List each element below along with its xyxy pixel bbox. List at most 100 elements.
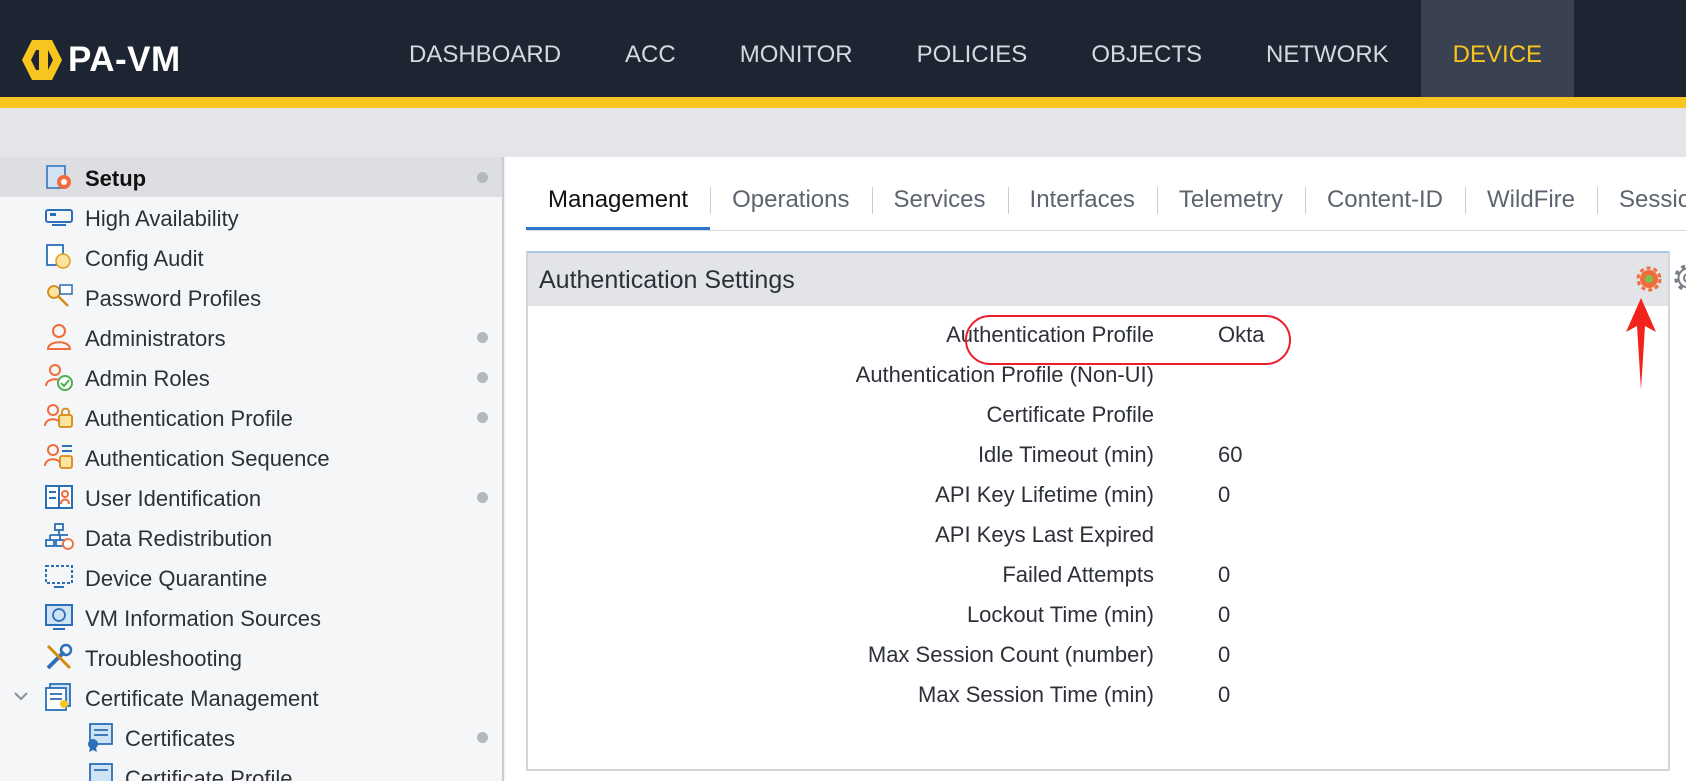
sidebar-item-data-redistribution[interactable]: Data Redistribution [0,517,502,557]
sidebar-item-label: Device Quarantine [85,566,268,591]
nav-policies[interactable]: POLICIES [917,0,1028,97]
sidebar-item-vm-information-sources[interactable]: VM Information Sources [0,597,502,637]
certificates-icon [85,722,115,752]
sidebar-item-authentication-sequence[interactable]: Authentication Sequence [0,437,502,477]
tab-wildfire[interactable]: WildFire [1465,169,1597,230]
device-sidebar: Setup High Availability Config Audit Passwo… [0,157,504,781]
sidebar-item-label: Setup [85,166,147,191]
tab-services[interactable]: Services [871,169,1008,230]
certificate-profile-icon [85,762,115,781]
setting-row: API Key Lifetime (min) 0 [528,474,1668,514]
main-nav: DASHBOARD ACC MONITOR POLICIES OBJECTS NETWOR… [409,0,1575,97]
nav-network[interactable]: NETWORK [1266,0,1389,97]
setting-value: 0 [1218,642,1231,667]
setting-row: Max Session Count (number) 0 [528,634,1668,674]
vm-information-sources-icon [44,602,74,632]
app-logo[interactable]: PA-VM [22,38,181,82]
setting-label: API Keys Last Expired [935,522,1154,547]
sidebar-item-config-audit[interactable]: Config Audit [0,237,502,277]
settings-gear-icon[interactable] [1674,264,1686,292]
config-audit-icon [44,242,74,272]
sidebar-item-label: Config Audit [85,246,204,271]
sidebar-item-label: Administrators [85,326,226,351]
sidebar-item-label: Certificate Profile [125,766,293,781]
sidebar-item-label: VM Information Sources [85,606,321,631]
tab-operations[interactable]: Operations [710,169,871,230]
setting-label: API Key Lifetime (min) [935,482,1154,507]
pending-changes-dot [477,172,488,183]
pending-changes-dot [477,332,488,343]
pending-changes-dot [477,492,488,503]
main-content: Management Operations Services Interfaces Te… [506,157,1686,781]
setting-value: 0 [1218,682,1231,707]
high-availability-icon [44,202,74,232]
password-profiles-icon [44,282,74,312]
setting-row: API Keys Last Expired [528,514,1668,554]
top-navigation-bar: PA-VM DASHBOARD ACC MONITOR POLICIES OBJECTS… [0,0,1686,97]
sidebar-item-admin-roles[interactable]: Admin Roles [0,357,502,397]
sidebar-item-password-profiles[interactable]: Password Profiles [0,277,502,317]
pa-logo-icon [22,40,62,80]
certificate-management-icon [44,682,74,712]
pending-changes-dot [477,732,488,743]
sidebar-item-certificate-management[interactable]: Certificate Management [0,677,502,717]
accent-stripe [0,97,1686,108]
sidebar-item-user-identification[interactable]: User Identification [0,477,502,517]
setting-label: Authentication Profile [946,322,1154,347]
setting-row: Authentication Profile (Non-UI) [528,354,1668,394]
sidebar-item-label: Authentication Profile [85,406,293,431]
status-gear-icon[interactable] [1636,266,1662,292]
setting-label: Max Session Count (number) [867,642,1154,667]
admin-roles-icon [44,362,74,392]
nav-dashboard[interactable]: DASHBOARD [409,0,561,97]
panel-header: Authentication Settings [528,253,1686,306]
data-redistribution-icon [44,522,74,552]
sidebar-item-high-availability[interactable]: High Availability [0,197,502,237]
setting-value: 0 [1218,482,1231,507]
tab-management[interactable]: Management [526,169,711,230]
setting-row: Lockout Time (min) 0 [528,594,1668,634]
setting-value: 0 [1218,562,1231,587]
authentication-sequence-icon [44,442,74,472]
toolbar-strip [0,108,1686,157]
sidebar-item-label: Certificate Management [85,686,319,711]
nav-objects[interactable]: OBJECTS [1091,0,1202,97]
nav-device[interactable]: DEVICE [1420,0,1575,97]
panel-title: Authentication Settings [539,266,795,294]
sidebar-item-setup[interactable]: Setup [0,157,502,197]
setting-row: Idle Timeout (min) 60 [528,434,1668,474]
app-name: PA-VM [68,40,181,79]
sidebar-item-certificates[interactable]: Certificates [0,717,502,757]
sidebar-item-device-quarantine[interactable]: Device Quarantine [0,557,502,597]
setting-row: Failed Attempts 0 [528,554,1668,594]
setting-label: Lockout Time (min) [966,602,1154,627]
sidebar-item-label: Troubleshooting [85,646,242,671]
setting-label: Max Session Time (min) [918,682,1154,707]
setting-label: Idle Timeout (min) [977,442,1154,467]
sidebar-item-authentication-profile[interactable]: Authentication Profile [0,397,502,437]
troubleshooting-icon [44,642,74,672]
setting-label: Failed Attempts [1002,562,1154,587]
tab-interfaces[interactable]: Interfaces [1007,169,1157,230]
user-identification-icon [44,482,74,512]
sidebar-item-label: Data Redistribution [85,526,273,551]
setting-value: 60 [1218,442,1243,467]
tab-content-id[interactable]: Content-ID [1304,169,1465,230]
tab-telemetry[interactable]: Telemetry [1156,169,1305,230]
setup-icon [44,162,74,192]
nav-monitor[interactable]: MONITOR [740,0,853,97]
sidebar-item-label: Password Profiles [85,286,262,311]
sidebar-item-label: User Identification [85,486,262,511]
sidebar-item-administrators[interactable]: Administrators [0,317,502,357]
sidebar-item-troubleshooting[interactable]: Troubleshooting [0,637,502,677]
device-quarantine-icon [44,562,74,592]
setting-label: Authentication Profile (Non-UI) [855,362,1154,387]
sidebar-item-certificate-profile[interactable]: Certificate Profile [0,757,502,781]
setting-value: Okta [1218,322,1265,347]
nav-acc[interactable]: ACC [625,0,676,97]
tab-session[interactable]: Session [1597,169,1686,230]
sidebar-item-label: Admin Roles [85,366,210,391]
sidebar-item-label: Certificates [125,726,236,751]
setup-tabs: Management Operations Services Interfaces Te… [526,169,1686,231]
chevron-down-icon[interactable] [12,687,30,705]
